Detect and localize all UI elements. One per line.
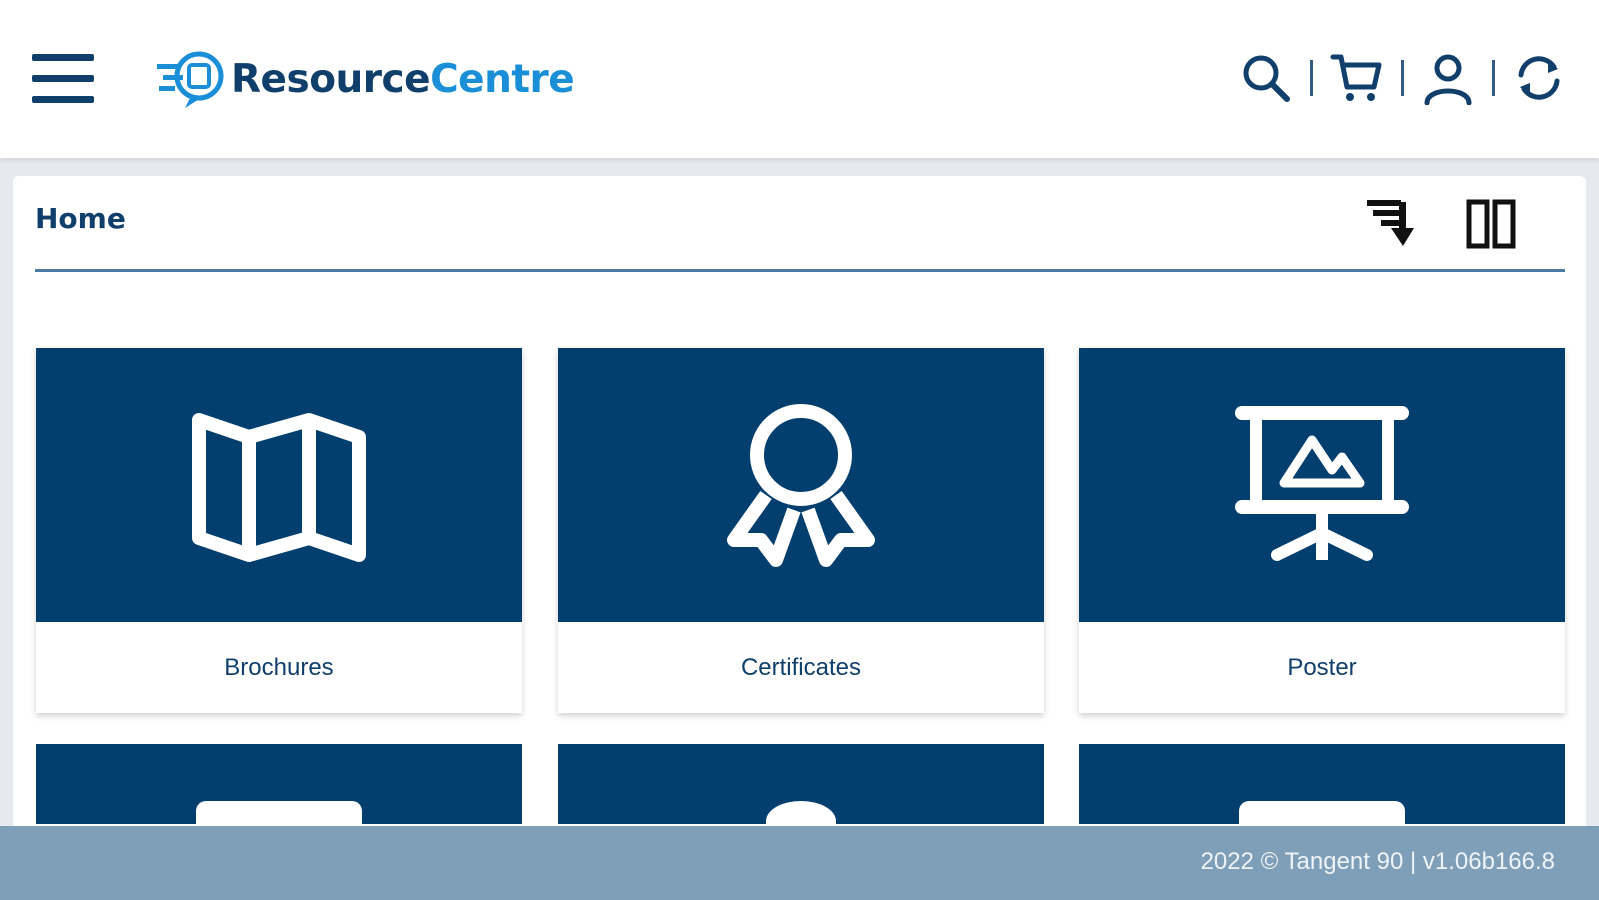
- menu-icon[interactable]: [32, 54, 96, 106]
- logo[interactable]: ResourceCentre: [155, 48, 575, 110]
- cart-icon[interactable]: [1327, 48, 1387, 108]
- logo-text-centre: Centre: [430, 56, 575, 102]
- app-footer: 2022 © Tangent 90 | v1.06b166.8: [0, 826, 1599, 900]
- logo-text: ResourceCentre: [231, 56, 575, 102]
- sort-down-icon[interactable]: [1363, 196, 1425, 252]
- map-icon: [192, 413, 366, 562]
- award-ribbon-icon: [727, 404, 875, 567]
- category-card-partial[interactable]: [1079, 744, 1565, 841]
- logo-text-resource: Resource: [231, 56, 431, 102]
- category-card-certificates[interactable]: Certificates: [558, 348, 1044, 713]
- category-card-poster[interactable]: Poster: [1079, 348, 1565, 713]
- breadcrumb-home[interactable]: Home: [35, 202, 126, 235]
- footer-version-text: 2022 © Tangent 90 | v1.06b166.8: [1200, 848, 1555, 875]
- user-icon[interactable]: [1418, 48, 1478, 108]
- logo-icon: [157, 51, 224, 108]
- refresh-icon[interactable]: [1509, 48, 1569, 108]
- category-card-brochures[interactable]: Brochures: [36, 348, 522, 713]
- card-image: [1079, 348, 1565, 622]
- grid-view-icon[interactable]: [1463, 198, 1521, 250]
- card-label: Certificates: [740, 653, 862, 681]
- card-image: [36, 348, 522, 622]
- header-actions: [1236, 48, 1569, 108]
- header-separator: [1401, 60, 1404, 96]
- card-label: Poster: [1287, 653, 1357, 681]
- header-separator: [1310, 60, 1313, 96]
- content-panel: Home Brochures Certificates Poster: [13, 176, 1586, 841]
- app-header: ResourceCentre: [0, 0, 1599, 158]
- header-separator: [1492, 60, 1495, 96]
- card-label: Brochures: [224, 653, 334, 681]
- category-card-partial[interactable]: [558, 744, 1044, 841]
- search-icon[interactable]: [1236, 48, 1296, 108]
- breadcrumb-divider: [35, 269, 1565, 272]
- card-image: [558, 348, 1044, 622]
- presentation-board-icon: [1235, 406, 1409, 561]
- category-card-partial[interactable]: [36, 744, 522, 841]
